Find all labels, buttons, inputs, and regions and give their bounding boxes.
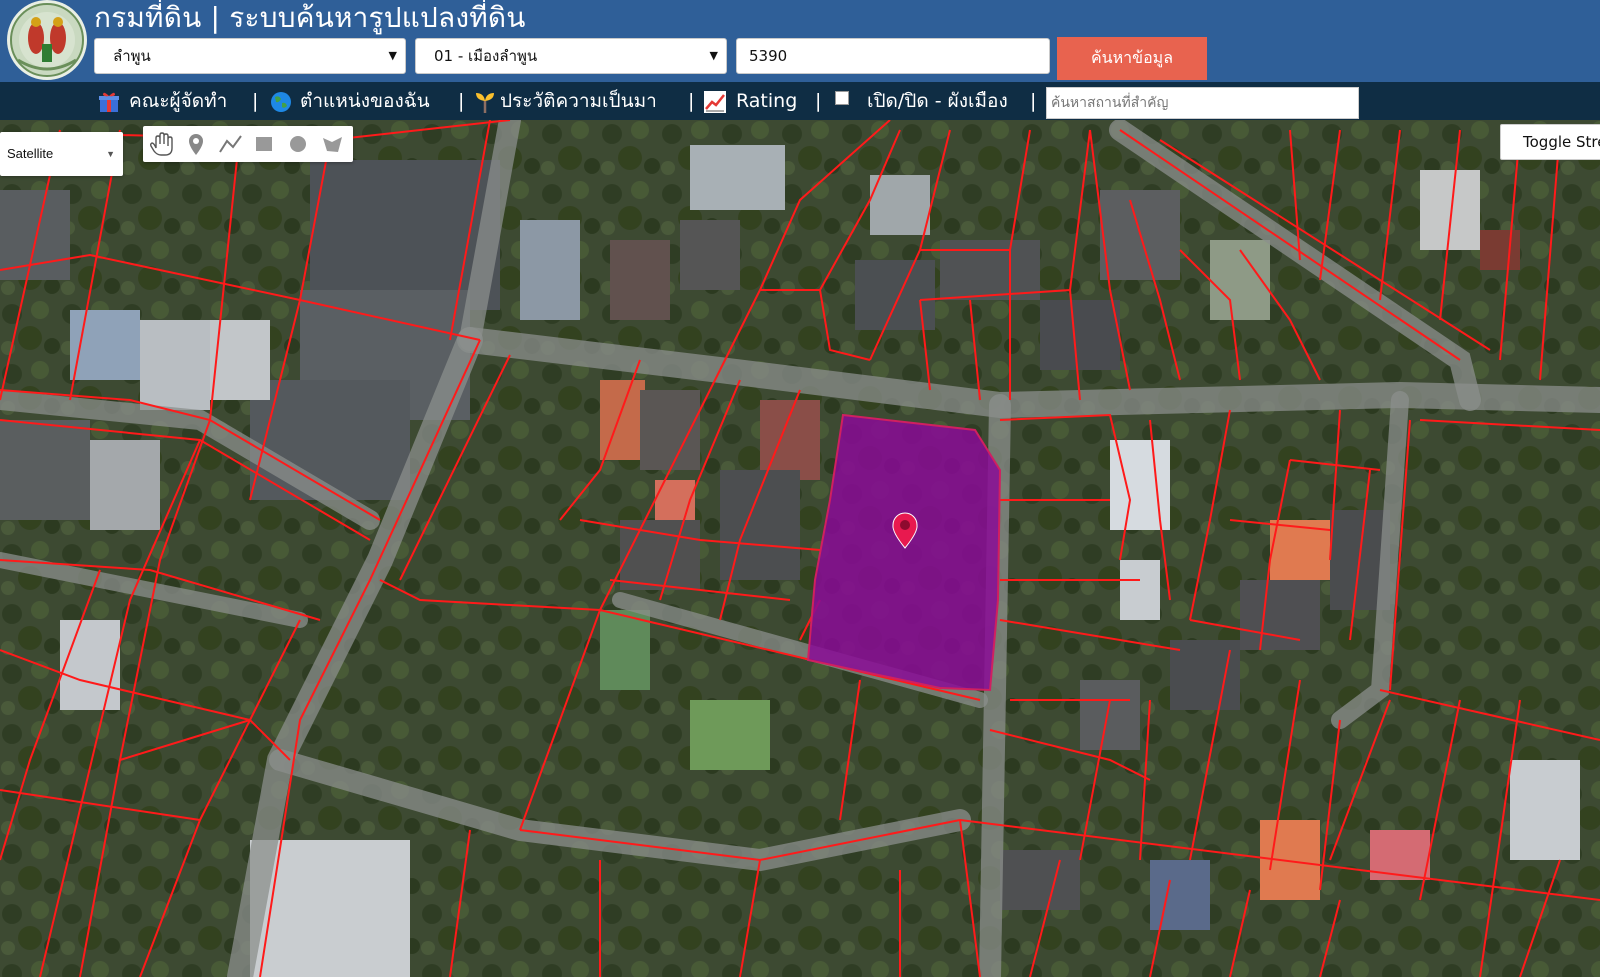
map-type-value: Satellite [7, 146, 54, 161]
header-bar: กรมที่ดิน | ระบบค้นหารูปแปลงที่ดิน ลำพูน… [0, 0, 1600, 82]
marker-icon[interactable] [179, 126, 213, 162]
satellite-map[interactable] [0, 120, 1600, 977]
nav-item-my-location[interactable]: ตำแหน่งของฉัน [270, 82, 430, 120]
polygon-icon[interactable] [315, 126, 349, 162]
nav-separator: | [688, 90, 695, 112]
rectangle-icon[interactable] [247, 126, 281, 162]
district-select-value: 01 - เมืองลำพูน [434, 47, 538, 65]
nav-item-city-plan-label: เปิด/ปิด - ผังเมือง [867, 90, 1008, 112]
gift-icon [99, 92, 119, 112]
globe-icon [271, 91, 291, 112]
toggle-street-button[interactable]: Toggle Street [1500, 124, 1600, 160]
nav-item-city-plan-toggle[interactable]: เปิด/ปิด - ผังเมือง [835, 82, 1008, 120]
map-canvas[interactable] [0, 120, 1600, 977]
province-select[interactable]: ลำพูน ▼ [94, 38, 406, 74]
nav-bar: คณะผู้จัดทำ | ตำแหน่งของฉัน | ประวัติควา… [0, 82, 1600, 120]
chart-icon [704, 90, 726, 113]
sprout-icon [476, 92, 494, 113]
checkbox-icon[interactable] [835, 90, 849, 105]
chevron-down-icon: ▼ [388, 49, 397, 62]
nav-item-team-label: คณะผู้จัดทำ [129, 90, 228, 112]
parcel-number-input[interactable] [736, 38, 1050, 74]
nav-item-history-label: ประวัติความเป็นมา [500, 90, 657, 112]
nav-item-my-location-label: ตำแหน่งของฉัน [300, 90, 430, 112]
hand-icon[interactable] [145, 126, 179, 162]
nav-separator: | [1030, 90, 1037, 112]
department-seal-icon [7, 0, 87, 80]
nav-item-team[interactable]: คณะผู้จัดทำ [97, 82, 227, 120]
map-type-select[interactable]: Satellite ▼ [0, 132, 123, 176]
page-title: กรมที่ดิน | ระบบค้นหารูปแปลงที่ดิน [94, 1, 526, 34]
nav-separator: | [458, 90, 465, 112]
selected-parcel[interactable] [806, 413, 1002, 692]
district-select[interactable]: 01 - เมืองลำพูน ▼ [415, 38, 727, 74]
nav-item-rating[interactable]: Rating [704, 82, 797, 120]
place-search-input[interactable] [1046, 87, 1359, 119]
nav-item-history[interactable]: ประวัติความเป็นมา [474, 82, 657, 120]
nav-separator: | [815, 90, 822, 112]
drawing-toolbar [143, 126, 353, 162]
nav-separator: | [252, 90, 259, 112]
chevron-down-icon: ▼ [106, 149, 115, 159]
search-button[interactable]: ค้นหาข้อมูล [1057, 37, 1207, 80]
chevron-down-icon: ▼ [709, 49, 718, 62]
polyline-icon[interactable] [213, 126, 247, 162]
app-window: กรมที่ดิน | ระบบค้นหารูปแปลงที่ดิน ลำพูน… [0, 0, 1600, 977]
nav-item-rating-label: Rating [736, 90, 798, 112]
province-select-value: ลำพูน [113, 47, 151, 65]
circle-icon[interactable] [281, 126, 315, 162]
